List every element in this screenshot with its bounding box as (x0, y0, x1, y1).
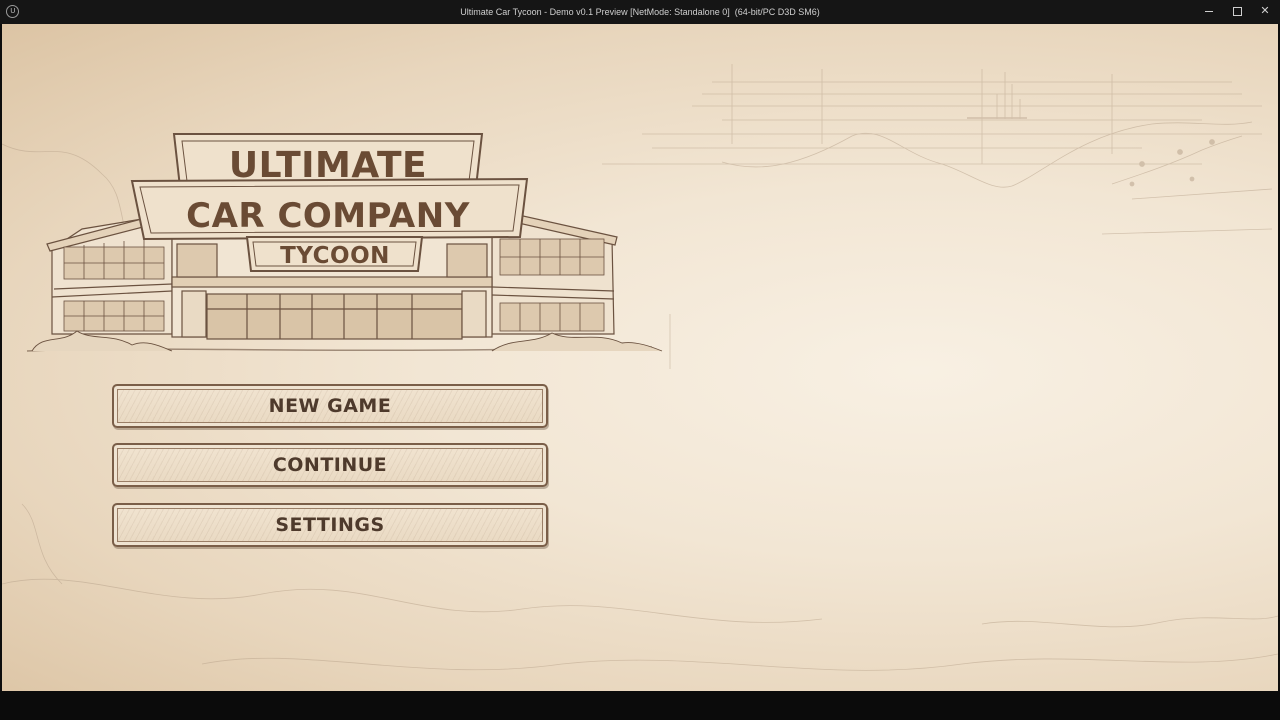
minimize-button[interactable] (1194, 0, 1224, 24)
settings-label: SETTINGS (275, 514, 385, 536)
close-button[interactable]: ✕ (1250, 0, 1280, 24)
window-title: Ultimate Car Tycoon - Demo v0.1 Preview … (460, 7, 820, 17)
logo-title-ultimate: ULTIMATE (229, 145, 427, 186)
game-logo: ULTIMATE CAR COMPANY TYCOON (26, 133, 663, 352)
maximize-icon (1232, 6, 1242, 16)
logo-title-car-company: CAR COMPANY (186, 196, 470, 236)
window-bottom-bar (0, 691, 1280, 720)
new-game-label: NEW GAME (268, 395, 392, 417)
settings-button[interactable]: SETTINGS (112, 503, 548, 547)
window-titlebar: U Ultimate Car Tycoon - Demo v0.1 Previe… (0, 0, 1280, 24)
game-viewport: ULTIMATE CAR COMPANY TYCOON NEW GAME CON… (2, 24, 1278, 691)
minimize-icon (1205, 10, 1213, 12)
continue-button[interactable]: CONTINUE (112, 443, 548, 487)
new-game-button[interactable]: NEW GAME (112, 384, 548, 428)
continue-label: CONTINUE (272, 454, 388, 476)
close-icon: ✕ (1260, 4, 1270, 17)
logo-title-tycoon: TYCOON (280, 243, 390, 269)
maximize-button[interactable] (1222, 0, 1252, 24)
